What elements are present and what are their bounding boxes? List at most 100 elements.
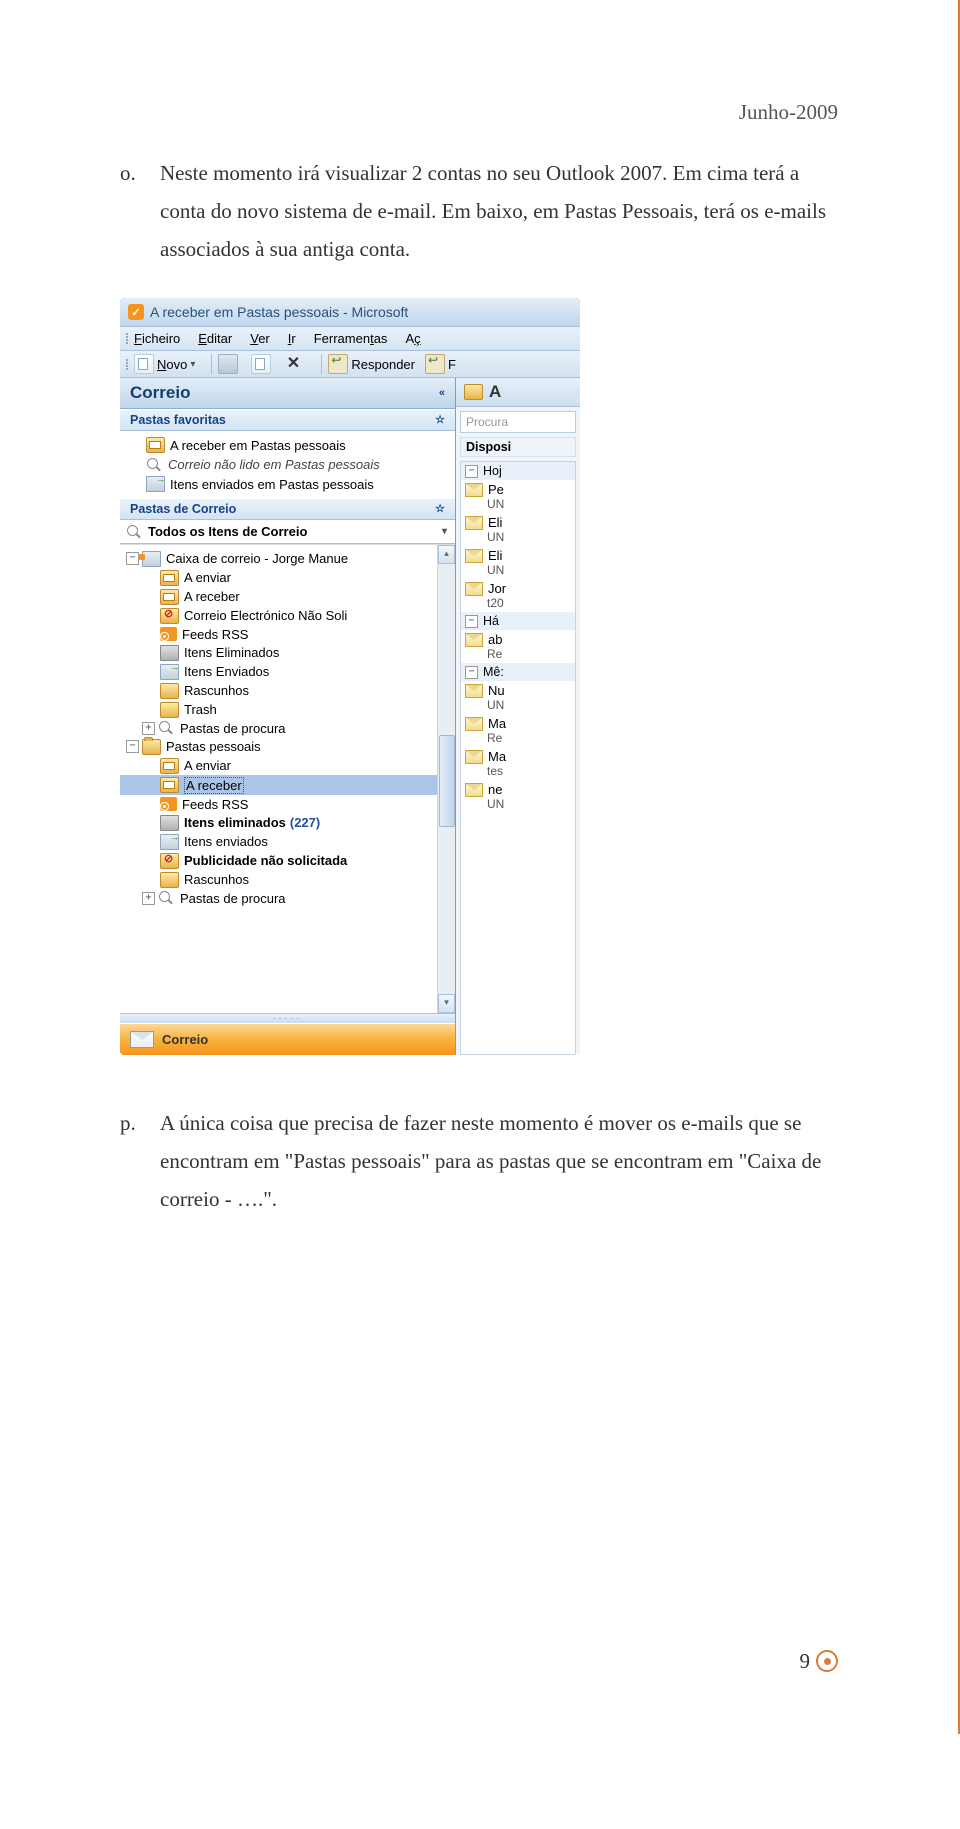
mailbox-icon	[142, 551, 161, 567]
arrangement-header[interactable]: Disposi	[460, 437, 576, 457]
expand-icon[interactable]: +	[142, 722, 155, 735]
tree-pp-drafts[interactable]: Rascunhos	[120, 870, 455, 889]
tree-rss[interactable]: Feeds RSS	[120, 625, 455, 643]
message-item[interactable]: abRe	[461, 630, 575, 663]
message-item[interactable]: NuUN	[461, 681, 575, 714]
message-item[interactable]: EliUN	[461, 546, 575, 579]
trash-icon	[160, 645, 179, 661]
novo-button[interactable]: Novo▾	[134, 354, 195, 374]
menubar[interactable]: Ficheiro Editar Ver Ir Ferramentas Aç	[120, 326, 580, 351]
fav-sent[interactable]: Itens enviados em Pastas pessoais	[120, 474, 455, 494]
tree-trash[interactable]: Trash	[120, 700, 455, 719]
envelope-icon	[465, 549, 483, 563]
collapse-icon[interactable]: −	[465, 465, 478, 478]
collapse-chevron-icon[interactable]: «	[439, 387, 445, 399]
menu-ir[interactable]: Ir	[288, 331, 296, 346]
reply-icon	[328, 354, 348, 374]
menu-ficheiro[interactable]: Ficheiro	[134, 331, 180, 346]
expand-icon[interactable]: +	[142, 892, 155, 905]
move-button[interactable]	[251, 354, 274, 374]
message-item[interactable]: MaRe	[461, 714, 575, 747]
message-item[interactable]: EliUN	[461, 513, 575, 546]
tree-mailbox-root[interactable]: −Caixa de correio - Jorge Manue	[120, 549, 455, 568]
rss-icon	[160, 797, 177, 811]
date-group-hoje[interactable]: −Hoj	[461, 462, 575, 480]
rss-icon	[160, 627, 177, 641]
menu-accoes[interactable]: Aç	[405, 331, 420, 346]
favorites-header[interactable]: Pastas favoritas☆	[120, 409, 455, 431]
scrollbar[interactable]: ▴ ▾	[437, 545, 455, 1013]
message-item[interactable]: Jort20	[461, 579, 575, 612]
bullseye-icon	[816, 1650, 838, 1672]
message-item[interactable]: neUN	[461, 780, 575, 813]
envelope-icon	[465, 783, 483, 797]
tree-pp-outbox[interactable]: A enviar	[120, 756, 455, 775]
menu-ferramentas[interactable]: Ferramentas	[314, 331, 388, 346]
date-group-ha[interactable]: −Há	[461, 612, 575, 630]
junk-icon	[160, 853, 179, 869]
envelope-icon	[465, 633, 483, 647]
item-text: Neste momento irá visualizar 2 contas no…	[160, 155, 838, 268]
dropdown-caret-icon[interactable]: ▾	[442, 526, 447, 537]
menu-editar[interactable]: Editar	[198, 331, 232, 346]
folder-icon	[160, 683, 179, 699]
splitter[interactable]: ·····	[120, 1013, 455, 1023]
outlook-screenshot: ✓ A receber em Pastas pessoais - Microso…	[120, 298, 580, 1055]
document-page: Junho-2009 o. Neste momento irá visualiz…	[0, 0, 960, 1734]
tree-search-folders[interactable]: +Pastas de procura	[120, 719, 455, 737]
fav-inbox[interactable]: A receber em Pastas pessoais	[120, 435, 455, 455]
tree-pp-inbox-selected[interactable]: A receber	[120, 775, 455, 795]
search-folder-icon	[158, 891, 175, 905]
folder-move-icon	[251, 354, 271, 374]
list-item-o: o. Neste momento irá visualizar 2 contas…	[120, 155, 838, 268]
scroll-up-icon[interactable]: ▴	[438, 545, 455, 564]
collapse-icon[interactable]: −	[126, 552, 139, 565]
trash-icon	[160, 815, 179, 831]
collapse-icon[interactable]: −	[465, 615, 478, 628]
folder-icon	[160, 872, 179, 888]
scroll-down-icon[interactable]: ▾	[438, 994, 455, 1013]
folder-icon	[160, 702, 179, 718]
tree-sent[interactable]: Itens Enviados	[120, 662, 455, 681]
envelope-icon	[465, 684, 483, 698]
grip-icon[interactable]	[120, 331, 134, 346]
mail-folders-header[interactable]: Pastas de Correio☆	[120, 498, 455, 520]
tree-drafts[interactable]: Rascunhos	[120, 681, 455, 700]
inbox-icon	[160, 777, 179, 793]
tree-deleted[interactable]: Itens Eliminados	[120, 643, 455, 662]
responder-button[interactable]: Responder	[328, 354, 415, 374]
tree-outbox[interactable]: A enviar	[120, 568, 455, 587]
header-date: Junho-2009	[120, 100, 838, 125]
message-item[interactable]: Mates	[461, 747, 575, 780]
collapse-icon[interactable]: −	[465, 666, 478, 679]
tree-pp-sent[interactable]: Itens enviados	[120, 832, 455, 851]
date-group-mes[interactable]: −Mê:	[461, 663, 575, 681]
message-list: −Hoj PeUN EliUN EliUN Jort20 −Há abRe −M…	[460, 461, 576, 1055]
responder-f-button[interactable]: F	[425, 354, 456, 374]
tree-pp-search[interactable]: +Pastas de procura	[120, 889, 455, 907]
search-input[interactable]: Procura	[460, 411, 576, 433]
menu-ver[interactable]: Ver	[250, 331, 270, 346]
tree-pp-deleted[interactable]: Itens eliminados(227)	[120, 813, 455, 832]
message-item[interactable]: PeUN	[461, 480, 575, 513]
correio-nav-button[interactable]: Correio	[120, 1023, 455, 1055]
tree-inbox[interactable]: A receber	[120, 587, 455, 606]
tree-junk[interactable]: Correio Electrónico Não Soli	[120, 606, 455, 625]
collapse-icon[interactable]: −	[126, 740, 139, 753]
print-button[interactable]	[218, 354, 241, 374]
envelope-icon	[465, 582, 483, 596]
delete-button[interactable]: ✕	[284, 355, 305, 373]
item-marker: o.	[120, 155, 160, 268]
print-icon	[218, 354, 238, 374]
fav-unread[interactable]: Correio não lido em Pastas pessoais	[120, 455, 455, 474]
titlebar: ✓ A receber em Pastas pessoais - Microso…	[120, 298, 580, 326]
search-folder-icon	[126, 525, 143, 539]
grip-icon[interactable]	[120, 359, 134, 370]
scrollbar-thumb[interactable]	[439, 735, 455, 827]
envelope-icon	[130, 1031, 154, 1048]
tree-pp-junk[interactable]: Publicidade não solicitada	[120, 851, 455, 870]
all-mail-items[interactable]: Todos os Itens de Correio ▾	[120, 520, 455, 544]
chevron-up-icon: ☆	[435, 413, 445, 427]
tree-pp-rss[interactable]: Feeds RSS	[120, 795, 455, 813]
tree-personal-root[interactable]: −Pastas pessoais	[120, 737, 455, 756]
